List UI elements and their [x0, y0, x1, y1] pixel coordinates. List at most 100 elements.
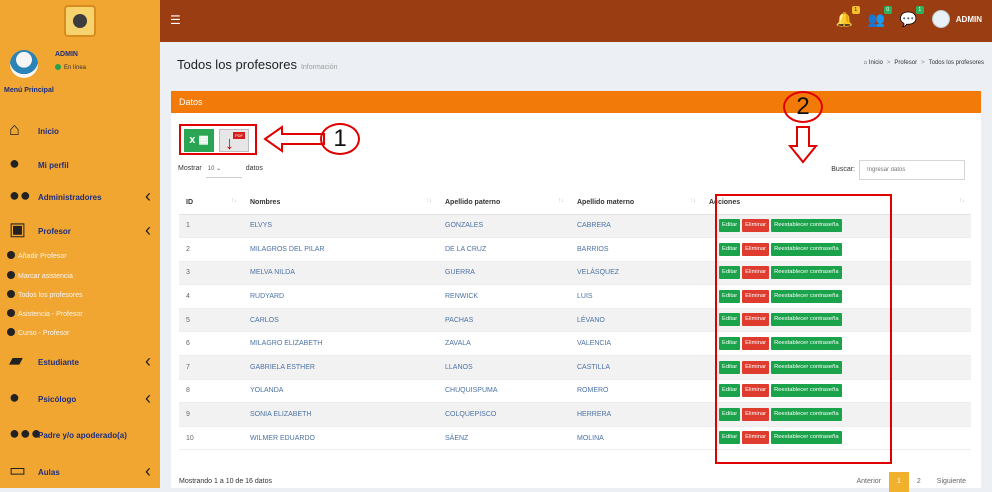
table-cell: ROMERO	[570, 379, 702, 404]
breadcrumb-inicio[interactable]: Inicio	[869, 60, 883, 66]
table-cell: CHUQUISPUMA	[438, 379, 570, 404]
excel-export-button[interactable]: x ▦	[184, 129, 214, 152]
delete-button[interactable]: Eliminar	[742, 313, 770, 327]
sidebar-item-aulas[interactable]: ▭ Aulas ‹	[0, 457, 160, 487]
reset-password-button[interactable]: Reestablecer contraseña	[771, 219, 842, 232]
reset-password-button[interactable]: Reestablecer contraseña	[771, 337, 842, 350]
delete-button[interactable]: Eliminar	[742, 289, 770, 303]
acciones-column-header[interactable]: Acciones	[702, 192, 971, 215]
table-cell: VELÁSQUEZ	[570, 261, 702, 286]
table-cell: LÉVANO	[570, 308, 702, 333]
page-title-text: Todos los profesores	[177, 57, 297, 72]
sidebar-item-inicio[interactable]: ⌂ Inicio	[0, 116, 160, 146]
delete-button[interactable]: Eliminar	[742, 431, 770, 445]
edit-button[interactable]: Editar	[719, 289, 741, 303]
table-row: 10 WILMER EDUARDO SÁENZ MOLINA	[179, 426, 971, 451]
delete-button[interactable]: Eliminar	[742, 266, 770, 280]
delete-button[interactable]: Eliminar	[742, 219, 770, 232]
submenu-asistencia-profesor[interactable]: Asistencia - Profesor	[7, 309, 83, 322]
reset-password-button[interactable]: Reestablecer contraseña	[771, 360, 842, 374]
admin-user-menu[interactable]: ADMIN	[931, 10, 982, 28]
nombres-column-header[interactable]: Nombres	[243, 192, 438, 215]
pagination-previous[interactable]: Anterior	[848, 472, 889, 492]
submenu-marcar-asistencia[interactable]: Marcar asistencia	[7, 271, 73, 284]
reset-password-button[interactable]: Reestablecer contraseña	[771, 313, 842, 327]
down-arrow-icon	[788, 126, 818, 164]
delete-button[interactable]: Eliminar	[742, 384, 770, 398]
id-column-header[interactable]: ID	[179, 192, 243, 215]
row-actions: Editar Eliminar Reestablecer contraseña	[719, 337, 842, 350]
table-row: 8 YOLANDA CHUQUISPUMA ROMERO	[179, 379, 971, 404]
apellido-materno-column-header[interactable]: Apellido materno	[570, 192, 702, 215]
edit-button[interactable]: Editar	[719, 337, 741, 350]
edit-button[interactable]: Editar	[719, 407, 741, 421]
row-actions: Editar Eliminar Reestablecer contraseña	[719, 242, 842, 256]
sidebar-item-label: Aulas	[38, 468, 60, 477]
submenu-curso-profesor[interactable]: Curso - Profesor	[7, 328, 69, 341]
reset-password-button[interactable]: Reestablecer contraseña	[771, 289, 842, 303]
reset-password-button[interactable]: Reestablecer contraseña	[771, 384, 842, 398]
table-row: 4 RUDYARD RENWICK LUIS	[179, 284, 971, 309]
users-icon[interactable]: 👥 0	[868, 6, 892, 27]
table-cell: DE LA CRUZ	[438, 237, 570, 262]
table-cell: GABRIELA ESTHER	[243, 355, 438, 380]
delete-button[interactable]: Eliminar	[742, 242, 770, 256]
annotation-circle-two: 2	[783, 91, 823, 123]
pdf-export-button[interactable]	[219, 129, 249, 154]
delete-button[interactable]: Eliminar	[742, 360, 770, 374]
excel-label: x	[189, 134, 196, 146]
apellido-paterno-column-header[interactable]: Apellido paterno	[438, 192, 570, 215]
submenu-anadir-profesor[interactable]: Añadir Profesor	[7, 251, 67, 264]
sidebar-item-estudiante[interactable]: ▰ Estudiante ‹	[0, 347, 160, 377]
table-row: 3 MELVA NILDA GUERRA VELÁSQUEZ	[179, 261, 971, 286]
edit-button[interactable]: Editar	[719, 266, 741, 280]
row-actions: Editar Eliminar Reestablecer contraseña	[719, 360, 842, 374]
breadcrumb-profesor[interactable]: Profesor	[894, 60, 917, 66]
notification-badge: 1	[851, 6, 860, 14]
sidebar-item-padre-apoderado[interactable]: ●●● Padre y/o apoderado(a)	[0, 420, 160, 450]
submenu-todos-profesores[interactable]: Todos los profesores	[7, 290, 83, 303]
messages-icon[interactable]: 💬 1	[900, 6, 924, 27]
menu-toggle-icon[interactable]: ☰	[170, 13, 181, 27]
sidebar-item-label: Mi perfil	[38, 161, 69, 170]
page-length-select[interactable]: 10 ⌄	[205, 165, 242, 178]
reset-password-button[interactable]: Reestablecer contraseña	[771, 407, 842, 421]
chevron-left-icon: ‹	[145, 388, 151, 408]
reset-password-button[interactable]: Reestablecer contraseña	[771, 266, 842, 280]
edit-button[interactable]: Editar	[719, 384, 741, 398]
sidebar-item-administradores[interactable]: ●● Administradores ‹	[0, 182, 160, 212]
search-input[interactable]	[859, 160, 965, 180]
id-cell: 4	[179, 284, 243, 309]
table-cell: HERRERA	[570, 402, 702, 427]
edit-button[interactable]: Editar	[719, 219, 741, 232]
reset-password-button[interactable]: Reestablecer contraseña	[771, 242, 842, 256]
chevron-left-icon: ‹	[145, 186, 151, 206]
edit-button[interactable]: Editar	[719, 360, 741, 374]
sidebar-item-psicologo[interactable]: ● Psicólogo ‹	[0, 384, 160, 414]
app-logo[interactable]	[0, 0, 160, 42]
length-suffix: datos	[245, 165, 263, 172]
pagination-next[interactable]: Siguiente	[929, 472, 974, 492]
sidebar-item-mi-perfil[interactable]: ● Mi perfil	[0, 150, 160, 180]
delete-button[interactable]: Eliminar	[742, 407, 770, 421]
table-cell: SÁENZ	[438, 426, 570, 451]
delete-button[interactable]: Eliminar	[742, 337, 770, 350]
notification-bell-icon[interactable]: 🔔 1	[836, 6, 860, 27]
table-info: Mostrando 1 a 10 de 16 datos	[179, 478, 273, 485]
row-actions: Editar Eliminar Reestablecer contraseña	[719, 219, 842, 232]
edit-button[interactable]: Editar	[719, 242, 741, 256]
table-cell: GONZALES	[438, 214, 570, 239]
table-cell: VALENCIA	[570, 331, 702, 357]
edit-button[interactable]: Editar	[719, 431, 741, 445]
user-icon: ●	[9, 153, 20, 173]
table-row: 6 MILAGRO ELIZABETH ZAVALA VALENCIA	[179, 331, 971, 357]
row-actions: Editar Eliminar Reestablecer contraseña	[719, 384, 842, 398]
search-label: Buscar:	[831, 166, 855, 173]
table-cell: MILAGROS DEL PILAR	[243, 237, 438, 262]
reset-password-button[interactable]: Reestablecer contraseña	[771, 431, 842, 445]
sidebar-item-profesor[interactable]: ▣ Profesor ‹	[0, 216, 160, 246]
pagination-page-1[interactable]: 1	[888, 472, 909, 492]
edit-button[interactable]: Editar	[719, 313, 741, 327]
user-name: ADMIN	[55, 51, 78, 58]
pagination-page-2[interactable]: 2	[909, 472, 929, 492]
